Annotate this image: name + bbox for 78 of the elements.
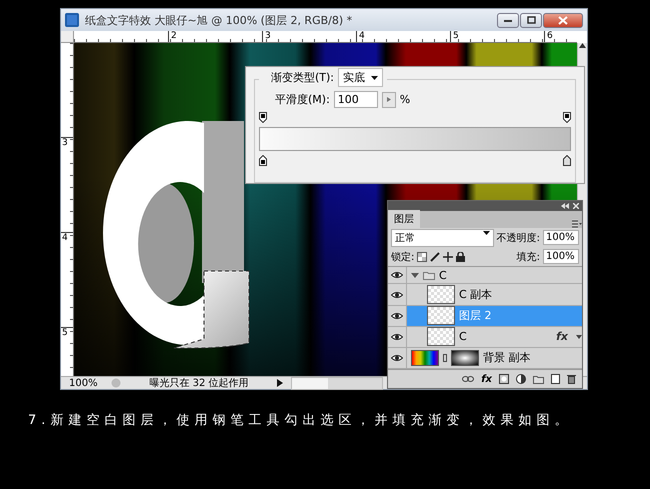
layer-row[interactable]: C 副本: [388, 284, 582, 306]
trash-icon[interactable]: [567, 374, 576, 384]
restore-button[interactable]: [520, 12, 542, 28]
minimize-button[interactable]: [497, 12, 519, 28]
caret-icon: [386, 97, 391, 102]
color-stop-icon[interactable]: [259, 155, 267, 166]
ruler-label: 6: [544, 31, 553, 42]
caret-icon: [482, 230, 490, 234]
lock-transparency-icon[interactable]: [417, 252, 428, 262]
layer-name: 图层 2: [459, 308, 492, 324]
opacity-stop-icon[interactable]: [563, 112, 571, 123]
adjustment-icon[interactable]: [516, 374, 526, 384]
ruler-label: 5: [450, 31, 544, 42]
fill-field[interactable]: 100%: [543, 249, 579, 264]
window-title: 纸盒文字特效 大眼仔~旭 @ 100% (图层 2, RGB/8) *: [85, 12, 354, 28]
brush-icon[interactable]: [430, 252, 440, 262]
eye-icon[interactable]: [391, 290, 403, 299]
ruler-label: 2: [168, 31, 262, 42]
mask-icon[interactable]: [499, 374, 509, 384]
ruler-corner: [61, 31, 74, 43]
restore-icon: [526, 16, 536, 24]
layer-row[interactable]: 背景 副本: [388, 348, 582, 369]
smoothness-field[interactable]: 100: [334, 91, 378, 108]
move-icon[interactable]: [443, 252, 454, 262]
opacity-stop-icon[interactable]: [259, 112, 267, 123]
eye-icon[interactable]: [391, 312, 403, 320]
menu-arrow-icon[interactable]: [277, 379, 283, 387]
zoom-level: 100%: [69, 378, 99, 388]
caret-icon: [576, 334, 582, 339]
tutorial-caption: 7.新建空白图层，使用钢笔工具勾出选区，并填充渐变，效果如图。: [28, 412, 574, 429]
field-label: 平滑度(M):: [275, 92, 330, 107]
close-button[interactable]: [543, 12, 583, 28]
effects-button[interactable]: fx: [481, 374, 492, 384]
field-label: 不透明度:: [496, 232, 540, 244]
blend-mode-dropdown[interactable]: 正常: [391, 228, 494, 246]
ruler-label: 3: [61, 137, 73, 232]
ruler-label: 5: [61, 327, 73, 338]
effects-label: fx: [556, 330, 569, 344]
close-icon: [558, 16, 568, 24]
eye-icon[interactable]: [391, 271, 403, 280]
collapse-icon[interactable]: [561, 203, 569, 209]
layer-name: 背景 副本: [483, 350, 532, 366]
new-layer-icon[interactable]: [551, 374, 560, 384]
ruler-label: 3: [262, 31, 356, 42]
horizontal-scrollbar[interactable]: [291, 376, 383, 390]
eye-icon[interactable]: [391, 354, 403, 362]
layers-tab[interactable]: 图层: [388, 210, 420, 228]
status-message: 曝光只在 32 位起作用: [148, 376, 250, 390]
folder-icon: [423, 270, 435, 280]
opacity-field[interactable]: 100%: [543, 230, 579, 245]
stepper-button[interactable]: [382, 92, 396, 108]
ruler-label: 4: [356, 31, 450, 42]
gradient-type-dropdown[interactable]: 实底: [338, 68, 384, 87]
unit-label: %: [400, 93, 410, 106]
layer-thumbnail: [427, 306, 455, 326]
layer-name: C: [459, 330, 468, 344]
layer-thumbnail: [427, 327, 455, 346]
field-label: 渐变类型(T):: [271, 70, 334, 85]
field-label: 锁定:: [391, 250, 414, 264]
lock-icon[interactable]: [456, 252, 466, 262]
caret-icon: [371, 76, 378, 80]
scroll-up-icon: [579, 43, 586, 48]
layer-name: C 副本: [459, 287, 494, 302]
panel-menu-icon[interactable]: [572, 220, 582, 228]
mask-thumbnail: [451, 350, 479, 366]
layer-row[interactable]: C: [388, 267, 582, 284]
collapse-arrow-icon[interactable]: [411, 272, 419, 278]
field-label: 填充:: [516, 250, 540, 264]
layer-name: C: [439, 268, 448, 282]
layer-thumbnail: [427, 285, 455, 304]
layer-row[interactable]: C fx: [388, 326, 582, 348]
eye-icon[interactable]: [391, 332, 403, 341]
app-logo-icon: [65, 13, 79, 27]
layer-thumbnail: [411, 350, 439, 366]
ruler-label: 4: [61, 232, 73, 327]
color-stop-icon[interactable]: [563, 155, 571, 166]
close-icon[interactable]: [573, 203, 579, 209]
minimize-icon: [504, 17, 512, 23]
